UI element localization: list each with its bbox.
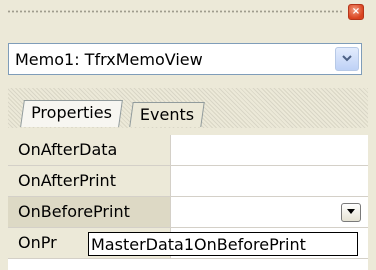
drag-grip[interactable] [7, 10, 343, 13]
object-selector-combo[interactable]: Memo1: TfrxMemoView [8, 43, 362, 75]
event-value[interactable] [171, 197, 367, 227]
close-icon[interactable]: × [348, 4, 364, 20]
event-value[interactable] [171, 135, 367, 165]
event-row-onafterprint[interactable]: OnAfterPrint [8, 166, 368, 197]
event-row-onbeforeprint[interactable]: OnBeforePrint [8, 197, 368, 228]
event-name: OnAfterPrint [18, 171, 116, 190]
dropdown-arrow-icon[interactable] [341, 203, 361, 222]
object-inspector-panel: × Memo1: TfrxMemoView Properties Events … [0, 0, 376, 270]
tab-properties[interactable]: Properties [20, 100, 123, 127]
inspector-tabs: Properties Events [8, 88, 368, 128]
event-handler-dropdown-option[interactable]: MasterData1OnBeforePrint [88, 232, 358, 256]
event-row-onafterdata[interactable]: OnAfterData [8, 135, 368, 166]
tab-events[interactable]: Events [129, 102, 205, 127]
chevron-down-icon[interactable] [335, 47, 359, 71]
event-name: OnAfterData [18, 140, 118, 159]
event-name: OnBeforePrint [18, 202, 130, 221]
panel-titlebar[interactable]: × [5, 4, 371, 20]
object-selector-value: Memo1: TfrxMemoView [15, 50, 203, 69]
event-name: OnPr [18, 233, 57, 252]
event-value[interactable] [171, 166, 367, 196]
